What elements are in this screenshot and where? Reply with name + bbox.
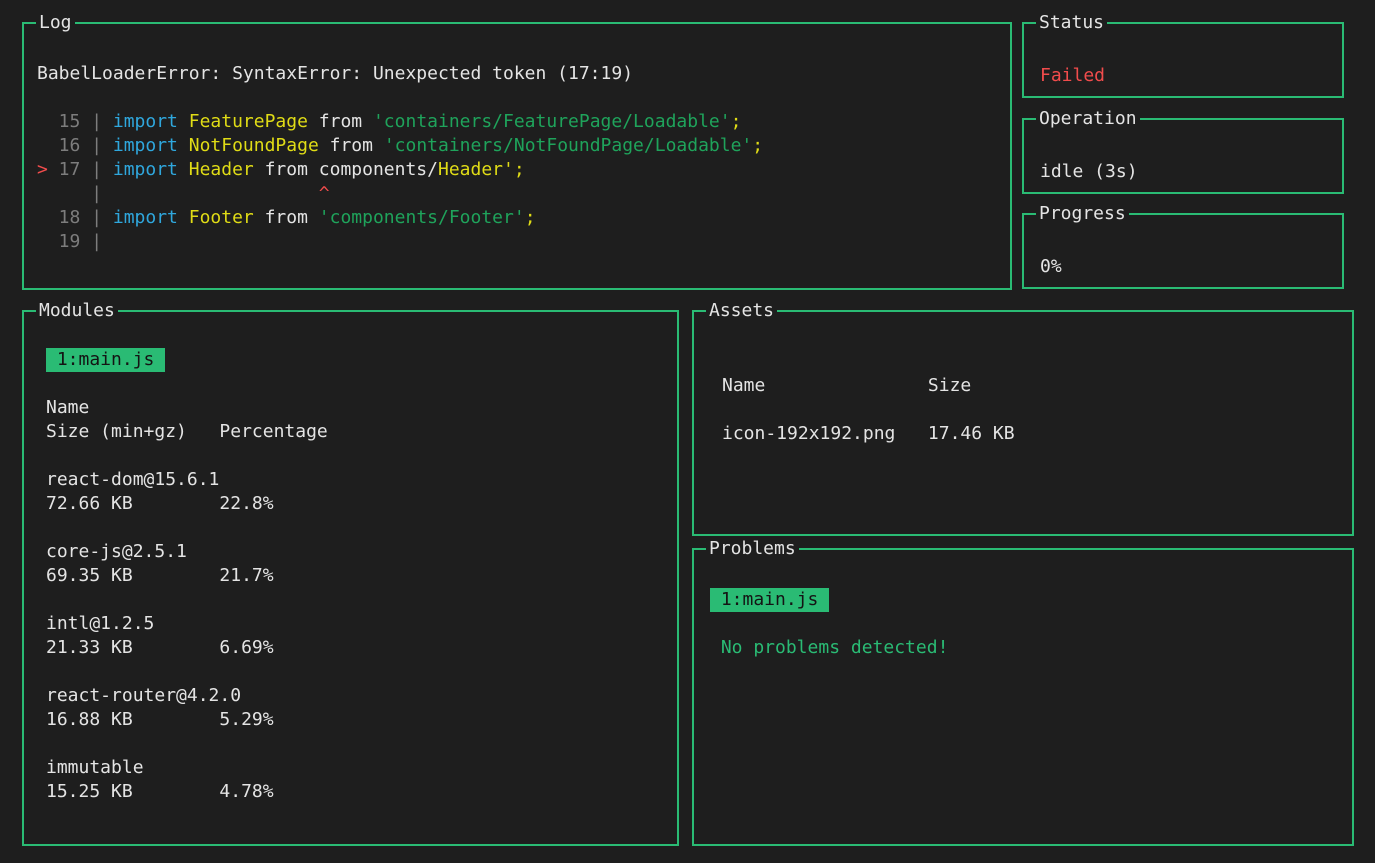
identifier-token: Header';: [438, 159, 525, 180]
code-line-19: 19 |: [37, 230, 1000, 254]
progress-value: 0%: [1040, 255, 1342, 279]
keyword-token: import: [113, 159, 189, 180]
progress-panel: Progress 0%: [1022, 213, 1344, 289]
module-row: 15.25 KB4.78%: [46, 780, 677, 804]
string-token: 'containers/FeaturePage/Loadable': [373, 111, 731, 132]
string-token: 'containers/NotFoundPage/Loadable': [384, 135, 752, 156]
status-panel: Status Failed: [1022, 22, 1344, 98]
plain-token: from: [319, 111, 373, 132]
line-number-gutter: 16 |: [48, 135, 113, 156]
log-error-message: BabelLoaderError: SyntaxError: Unexpecte…: [37, 62, 1000, 86]
code-line-18: 18 | import Footer from 'components/Foot…: [37, 206, 1000, 230]
keyword-token: import: [113, 135, 189, 156]
code-line-17-error: > 17 | import Header from components/Hea…: [37, 158, 1000, 182]
module-name: core-js@2.5.1: [46, 540, 677, 564]
keyword-token: import: [113, 207, 189, 228]
modules-header-size: Size (min+gz): [46, 420, 219, 444]
progress-panel-title: Progress: [1036, 202, 1129, 226]
modules-header-columns: Size (min+gz)Percentage: [46, 420, 677, 444]
plain-token: from: [265, 207, 319, 228]
line-number-gutter: 18 |: [48, 207, 113, 228]
module-size: 69.35 KB: [46, 564, 219, 588]
module-name: immutable: [46, 756, 677, 780]
caret-marker: ^: [113, 183, 330, 204]
modules-panel: Modules 1:main.js Name Size (min+gz)Perc…: [22, 310, 679, 846]
problems-panel-title: Problems: [706, 537, 799, 561]
log-panel: Log BabelLoaderError: SyntaxError: Unexp…: [22, 22, 1012, 290]
problems-panel: Problems 1:main.js No problems detected!: [692, 548, 1354, 846]
module-name: react-dom@15.6.1: [46, 468, 677, 492]
module-row: 69.35 KB21.7%: [46, 564, 677, 588]
module-name: intl@1.2.5: [46, 612, 677, 636]
identifier-token: Header: [189, 159, 265, 180]
asset-size: 17.46 KB: [928, 423, 1015, 444]
identifier-token: FeaturePage: [189, 111, 319, 132]
module-name: react-router@4.2.0: [46, 684, 677, 708]
log-blank-line: [37, 86, 1000, 110]
assets-header-name: Name: [722, 374, 928, 398]
semicolon-token: ;: [525, 207, 536, 228]
line-number-gutter: 15 |: [48, 111, 113, 132]
modules-chunk-badge: 1:main.js: [46, 348, 165, 372]
plain-token: from: [330, 135, 384, 156]
modules-header-percentage: Percentage: [219, 421, 327, 442]
plain-token: from components/: [265, 159, 438, 180]
code-line-15: 15 | import FeaturePage from 'containers…: [37, 110, 1000, 134]
string-token: 'components/Footer': [319, 207, 525, 228]
semicolon-token: ;: [731, 111, 742, 132]
line-marker: [37, 183, 48, 204]
line-marker: [37, 135, 48, 156]
module-percentage: 22.8%: [219, 493, 273, 514]
module-size: 15.25 KB: [46, 780, 219, 804]
module-row: 21.33 KB6.69%: [46, 636, 677, 660]
operation-panel-title: Operation: [1036, 107, 1140, 131]
problems-message: No problems detected!: [710, 636, 1352, 660]
module-size: 16.88 KB: [46, 708, 219, 732]
asset-row: icon-192x192.png17.46 KB: [722, 422, 1352, 446]
error-line-marker: >: [37, 159, 48, 180]
module-row: 16.88 KB5.29%: [46, 708, 677, 732]
status-panel-title: Status: [1036, 11, 1107, 35]
modules-panel-title: Modules: [36, 299, 118, 323]
assets-table-header: NameSize: [722, 374, 1352, 398]
keyword-token: import: [113, 111, 189, 132]
modules-badge-line: 1:main.js: [46, 348, 677, 372]
code-line-16: 16 | import NotFoundPage from 'container…: [37, 134, 1000, 158]
asset-name: icon-192x192.png: [722, 422, 928, 446]
line-number-gutter: 19 |: [48, 231, 102, 252]
module-percentage: 4.78%: [219, 781, 273, 802]
line-marker: [37, 111, 48, 132]
assets-panel: Assets NameSize icon-192x192.png17.46 KB: [692, 310, 1354, 536]
line-marker: [37, 207, 48, 228]
module-percentage: 6.69%: [219, 637, 273, 658]
problems-chunk-badge: 1:main.js: [710, 588, 829, 612]
identifier-token: NotFoundPage: [189, 135, 330, 156]
problems-badge-line: 1:main.js: [710, 588, 1352, 612]
module-row: 72.66 KB22.8%: [46, 492, 677, 516]
line-marker: [37, 231, 48, 252]
assets-header-size: Size: [928, 375, 971, 396]
line-number-gutter: |: [48, 183, 113, 204]
line-number-gutter: 17 |: [48, 159, 113, 180]
operation-panel: Operation idle (3s): [1022, 118, 1344, 194]
modules-header-name: Name: [46, 396, 677, 420]
status-value: Failed: [1040, 64, 1342, 88]
module-size: 72.66 KB: [46, 492, 219, 516]
module-percentage: 21.7%: [219, 565, 273, 586]
operation-value: idle (3s): [1040, 160, 1342, 184]
log-panel-title: Log: [36, 11, 75, 35]
caret-line: | ^: [37, 182, 1000, 206]
module-size: 21.33 KB: [46, 636, 219, 660]
semicolon-token: ;: [752, 135, 763, 156]
assets-panel-title: Assets: [706, 299, 777, 323]
identifier-token: Footer: [189, 207, 265, 228]
module-percentage: 5.29%: [219, 709, 273, 730]
